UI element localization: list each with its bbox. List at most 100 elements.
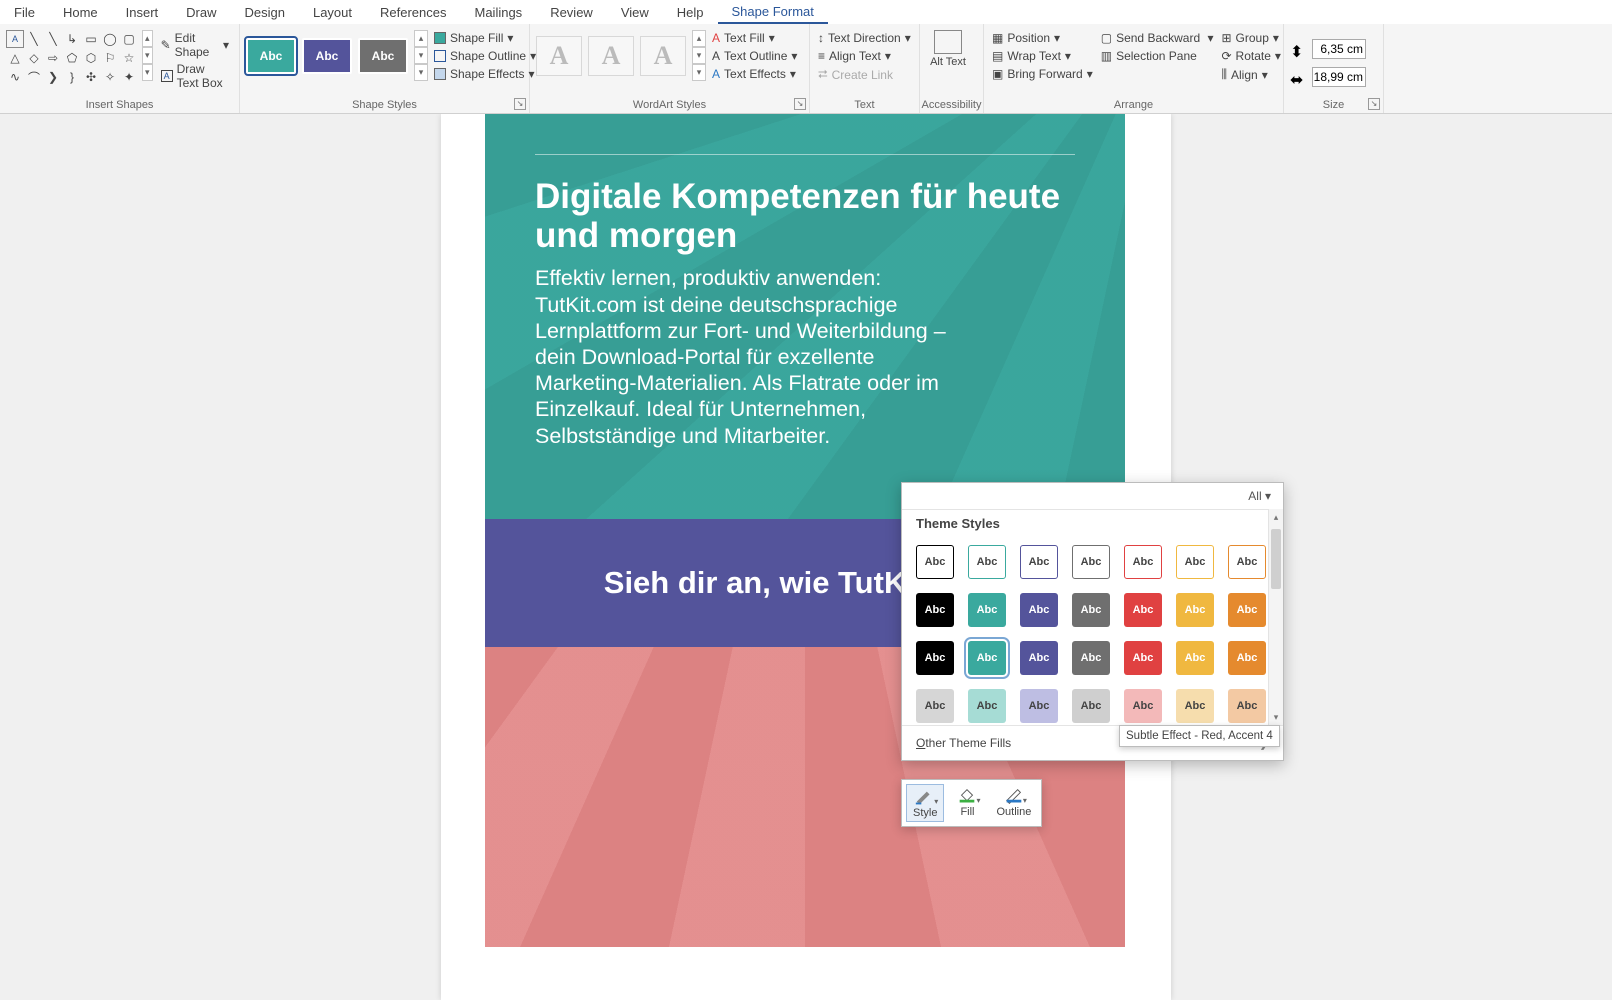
tab-mailings[interactable]: Mailings [461,2,537,23]
style-gallery-scroll[interactable]: ▴▾▾ [414,30,428,81]
theme-style-swatch[interactable]: Abc [916,593,954,627]
shape-star-icon[interactable]: ☆ [120,49,138,67]
shape-roundrect-icon[interactable]: ▢ [120,30,138,48]
shape-line2-icon[interactable]: ╲ [44,30,62,48]
theme-style-swatch[interactable]: Abc [1228,593,1266,627]
tab-shape-format[interactable]: Shape Format [718,1,828,24]
theme-style-swatch[interactable]: Abc [1228,641,1266,675]
header-section[interactable]: Digitale Kompetenzen für heute und morge… [485,114,1125,519]
shape-triangle-icon[interactable]: △ [6,49,24,67]
shape-style-1[interactable]: Abc [246,38,296,74]
shape-textbox-icon[interactable]: A [6,30,24,48]
shape-flag-icon[interactable]: ⚐ [101,49,119,67]
shape-arrow-icon[interactable]: ⇨ [44,49,62,67]
wrap-text-button[interactable]: ▤Wrap Text ▾ [990,48,1095,64]
theme-style-swatch[interactable]: Abc [916,689,954,723]
theme-style-swatch[interactable]: Abc [1072,689,1110,723]
size-dialog-launcher[interactable]: ↘ [1368,98,1380,110]
tab-file[interactable]: File [0,2,49,23]
text-fill-button[interactable]: AText Fill ▾ [710,30,799,46]
shape-style-2[interactable]: Abc [302,38,352,74]
shape-oval-icon[interactable]: ◯ [101,30,119,48]
shape-pentagon-icon[interactable]: ⬠ [63,49,81,67]
mini-outline-button[interactable]: ▾ Outline [990,784,1037,822]
rotate-button[interactable]: ⟳Rotate ▾ [1219,48,1282,64]
shape-style-3[interactable]: Abc [358,38,408,74]
shapes-gallery[interactable]: A ╲ ╲ ↳ ▭ ◯ ▢ △ ◇ ⇨ ⬠ ⬡ ⚐ ☆ ∿ ⌒ ❯ } ✣ ✧ [6,30,138,86]
mini-style-button[interactable]: ▾ Style [906,784,944,822]
shapes-scroll[interactable]: ▴▾▾ [142,30,153,81]
theme-style-swatch[interactable]: Abc [968,545,1006,579]
shape-effects-button[interactable]: Shape Effects ▾ [432,66,538,82]
theme-style-swatch[interactable]: Abc [1124,641,1162,675]
text-outline-button[interactable]: AText Outline ▾ [710,48,799,64]
theme-style-swatch[interactable]: Abc [968,641,1006,675]
shape-cross-icon[interactable]: ✣ [82,68,100,86]
theme-style-swatch[interactable]: Abc [968,593,1006,627]
theme-style-swatch[interactable]: Abc [1124,593,1162,627]
wordart-style-2[interactable]: A [588,36,634,76]
alt-text-button[interactable]: Alt Text [926,26,970,68]
edit-shape-button[interactable]: ✎Edit Shape ▾ [157,30,233,60]
shape-bracket-icon[interactable]: ❯ [44,68,62,86]
text-direction-button[interactable]: ↕Text Direction ▾ [816,30,913,46]
tab-design[interactable]: Design [231,2,299,23]
theme-style-swatch[interactable]: Abc [1176,641,1214,675]
wordart-style-3[interactable]: A [640,36,686,76]
theme-style-swatch[interactable]: Abc [1124,545,1162,579]
theme-style-swatch[interactable]: Abc [1176,545,1214,579]
tab-view[interactable]: View [607,2,663,23]
wordart-scroll[interactable]: ▴▾▾ [692,30,706,81]
selection-pane-button[interactable]: ▥Selection Pane [1099,48,1216,64]
theme-style-swatch[interactable]: Abc [1072,545,1110,579]
mini-fill-button[interactable]: ▾ Fill [950,784,984,822]
shape-connector-icon[interactable]: ↳ [63,30,81,48]
theme-style-swatch[interactable]: Abc [1020,593,1058,627]
tab-draw[interactable]: Draw [172,2,230,23]
shape-fill-button[interactable]: Shape Fill ▾ [432,30,538,46]
wordart-style-1[interactable]: A [536,36,582,76]
shape-line-icon[interactable]: ╲ [25,30,43,48]
group-button[interactable]: ⊞Group ▾ [1219,30,1282,46]
tab-home[interactable]: Home [49,2,112,23]
send-backward-button[interactable]: ▢Send Backward ▾ [1099,30,1216,46]
align-button[interactable]: ⫼Align ▾ [1219,66,1282,83]
theme-style-swatch[interactable]: Abc [1072,593,1110,627]
theme-style-swatch[interactable]: Abc [1176,593,1214,627]
theme-style-swatch[interactable]: Abc [1020,689,1058,723]
theme-style-swatch[interactable]: Abc [1176,689,1214,723]
shape-callout-icon[interactable]: ✧ [101,68,119,86]
height-input[interactable] [1312,39,1366,59]
tab-insert[interactable]: Insert [112,2,173,23]
shape-arc-icon[interactable]: ⌒ [25,68,43,86]
theme-style-swatch[interactable]: Abc [1072,641,1110,675]
tab-references[interactable]: References [366,2,460,23]
bring-forward-button[interactable]: ▣Bring Forward ▾ [990,66,1095,82]
tab-layout[interactable]: Layout [299,2,366,23]
shape-star4-icon[interactable]: ✦ [120,68,138,86]
wordart-dialog-launcher[interactable]: ↘ [794,98,806,110]
shape-rect-icon[interactable]: ▭ [82,30,100,48]
shape-diamond-icon[interactable]: ◇ [25,49,43,67]
shape-curve-icon[interactable]: ∿ [6,68,24,86]
shape-hexagon-icon[interactable]: ⬡ [82,49,100,67]
theme-style-swatch[interactable]: Abc [1228,689,1266,723]
theme-style-swatch[interactable]: Abc [916,641,954,675]
tab-review[interactable]: Review [536,2,607,23]
theme-style-swatch[interactable]: Abc [1020,545,1058,579]
shape-outline-button[interactable]: Shape Outline ▾ [432,48,538,64]
draw-textbox-button[interactable]: ADraw Text Box [157,61,233,91]
align-text-button[interactable]: ≡Align Text ▾ [816,48,913,64]
width-input[interactable] [1312,67,1366,87]
text-effects-button[interactable]: AText Effects ▾ [710,66,799,82]
tab-help[interactable]: Help [663,2,718,23]
theme-style-swatch[interactable]: Abc [1020,641,1058,675]
shape-styles-dialog-launcher[interactable]: ↘ [514,98,526,110]
popup-scrollbar[interactable]: ▴▾ [1268,509,1283,725]
popup-all-dropdown[interactable]: All ▾ [1248,489,1271,503]
theme-style-swatch[interactable]: Abc [1228,545,1266,579]
position-button[interactable]: ▦Position ▾ [990,30,1095,46]
theme-style-swatch[interactable]: Abc [916,545,954,579]
theme-style-swatch[interactable]: Abc [1124,689,1162,723]
shape-style-gallery[interactable]: Abc Abc Abc ▴▾▾ [246,30,428,81]
